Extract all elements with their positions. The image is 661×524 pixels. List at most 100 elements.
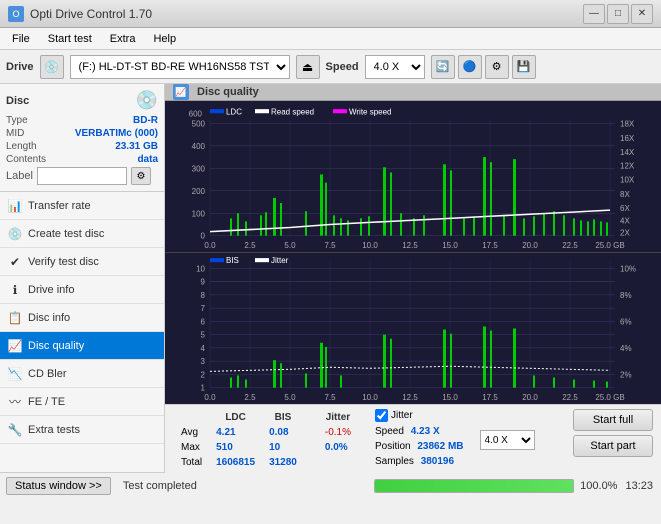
svg-text:7.5: 7.5 [324,393,336,402]
sidebar-item-fe-te[interactable]: 〰 FE / TE [0,388,164,416]
jitter-header: Jitter [319,411,357,424]
svg-text:5.0: 5.0 [284,241,296,250]
create-test-disc-icon: 💿 [8,227,22,241]
menu-help[interactable]: Help [145,31,184,47]
svg-text:9: 9 [201,278,206,287]
drivebar: Drive 💿 (F:) HL-DT-ST BD-RE WH16NS58 TST… [0,50,661,84]
progress-pct: 100.0% [580,480,617,492]
ldc-header: LDC [210,411,261,424]
svg-text:0: 0 [201,232,206,241]
svg-text:600: 600 [189,109,203,118]
speed-select[interactable]: 4.0 X [365,55,425,79]
status-time: 13:23 [625,480,653,492]
svg-text:17.5: 17.5 [482,393,498,402]
verify-test-disc-icon: ✔ [8,255,22,269]
cd-bler-icon: 📉 [8,367,22,381]
sidebar: Disc 💿 Type BD-R MID VERBATIMc (000) Len… [0,84,165,472]
bottom-chart-svg: 1 2 3 4 5 6 7 8 9 10 10% 8% 6% 4% 2% [165,253,661,404]
speed-dropdown[interactable]: 4.0 X [480,430,535,450]
disc-quality-icon: 📈 [8,339,22,353]
svg-text:2: 2 [201,370,206,379]
sidebar-item-verify-test-disc[interactable]: ✔ Verify test disc [0,248,164,276]
svg-text:2X: 2X [620,229,630,238]
test-icon[interactable]: 🔵 [458,55,482,79]
samples-value: 380196 [421,456,454,467]
refresh-icon[interactable]: 🔄 [431,55,455,79]
start-buttons: Start full Start part [573,409,653,471]
bottom-chart: 1 2 3 4 5 6 7 8 9 10 10% 8% 6% 4% 2% [165,253,661,404]
disc-info-icon: 📋 [8,311,22,325]
disc-label-row: Label ⚙ [6,167,158,185]
disc-label-button[interactable]: ⚙ [131,167,151,185]
sidebar-item-drive-info[interactable]: ℹ Drive info [0,276,164,304]
disc-quality-title: Disc quality [197,86,259,98]
svg-text:15.0: 15.0 [442,241,458,250]
jitter-checkbox[interactable] [375,409,388,422]
stats-right: Jitter Speed 4.23 X Position 23862 MB Sa… [375,409,464,471]
svg-text:12X: 12X [620,161,635,170]
bis-header: BIS [263,411,303,424]
sidebar-item-disc-info-label: Disc info [28,312,70,324]
disc-contents-value: data [137,154,158,165]
svg-text:22.5: 22.5 [562,241,578,250]
status-window-button[interactable]: Status window >> [6,477,111,495]
stats-bar: LDC BIS Jitter Avg 4.21 0.08 -0.1% Max 5… [165,404,661,475]
svg-text:6%: 6% [620,317,632,326]
disc-contents-row: Contents data [6,154,158,165]
progress-fill [375,480,573,492]
sidebar-item-transfer-rate[interactable]: 📊 Transfer rate [0,192,164,220]
disc-mid-value: VERBATIMc (000) [75,128,158,139]
ldc-max: 510 [210,441,261,454]
menu-extra[interactable]: Extra [102,31,144,47]
sidebar-item-cd-bler[interactable]: 📉 CD Bler [0,360,164,388]
svg-text:12.5: 12.5 [402,241,418,250]
sidebar-item-transfer-rate-label: Transfer rate [28,200,91,212]
close-button[interactable]: ✕ [631,4,653,24]
maximize-button[interactable]: □ [607,4,629,24]
svg-text:LDC: LDC [226,107,242,116]
sidebar-item-extra-tests[interactable]: 🔧 Extra tests [0,416,164,444]
bis-avg: 0.08 [263,426,303,439]
drive-icon: 💿 [40,55,64,79]
svg-text:8: 8 [201,291,206,300]
charts-container: 0 100 200 300 400 500 600 18X 16X 14X 12… [165,101,661,404]
menubar: File Start test Extra Help [0,28,661,50]
speed-icons: 🔄 🔵 ⚙ 💾 [431,55,536,79]
eject-button[interactable]: ⏏ [296,55,320,79]
content-area: 📈 Disc quality [165,84,661,472]
jitter-checkbox-label: Jitter [391,410,413,421]
position-value: 23862 MB [417,441,463,452]
sidebar-item-disc-quality[interactable]: 📈 Disc quality [0,332,164,360]
disc-contents-label: Contents [6,154,46,165]
stats-table: LDC BIS Jitter Avg 4.21 0.08 -0.1% Max 5… [173,409,359,471]
svg-text:5: 5 [201,331,206,340]
sidebar-item-create-test-disc[interactable]: 💿 Create test disc [0,220,164,248]
start-full-button[interactable]: Start full [573,409,653,431]
disc-label-input[interactable] [37,167,127,185]
disc-type-label: Type [6,115,28,126]
speed-label: Speed [326,61,359,73]
disc-header: Disc 💿 [6,90,158,111]
svg-text:0.0: 0.0 [204,241,216,250]
svg-text:2.5: 2.5 [244,241,256,250]
menu-file[interactable]: File [4,31,38,47]
top-chart: 0 100 200 300 400 500 600 18X 16X 14X 12… [165,101,661,253]
progress-bar [374,479,574,493]
fe-te-icon: 〰 [8,395,22,409]
minimize-button[interactable]: — [583,4,605,24]
svg-text:Jitter: Jitter [271,256,289,265]
svg-text:4X: 4X [620,216,630,225]
svg-text:10%: 10% [620,264,636,273]
svg-text:100: 100 [192,209,206,218]
sidebar-item-disc-info[interactable]: 📋 Disc info [0,304,164,332]
samples-stat-row: Samples 380196 [375,456,464,467]
start-part-button[interactable]: Start part [573,435,653,457]
jitter-avg: -0.1% [319,426,357,439]
settings-icon[interactable]: ⚙ [485,55,509,79]
drive-select[interactable]: (F:) HL-DT-ST BD-RE WH16NS58 TST4 [70,55,290,79]
menu-start-test[interactable]: Start test [40,31,100,47]
svg-text:7: 7 [201,304,206,313]
sidebar-item-verify-test-disc-label: Verify test disc [28,256,99,268]
save-icon[interactable]: 💾 [512,55,536,79]
svg-text:18X: 18X [620,119,635,128]
